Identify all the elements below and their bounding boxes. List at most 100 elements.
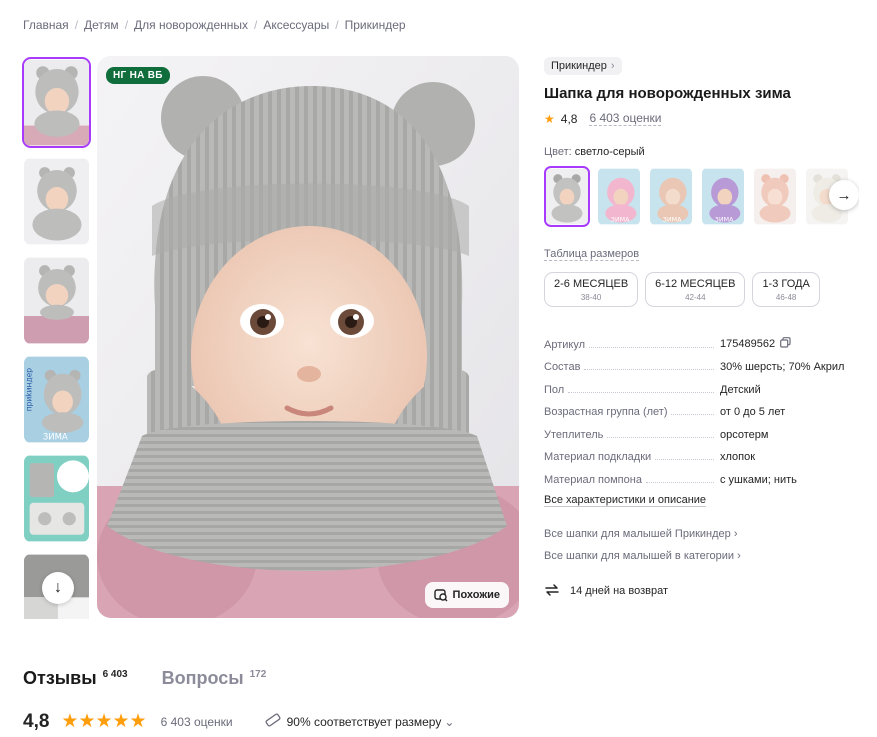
- color-swatch[interactable]: ЗИМА: [700, 166, 746, 227]
- product-title: Шапка для новорожденных зима: [544, 85, 791, 102]
- breadcrumb-separator: /: [335, 18, 339, 32]
- size-range: 38-40: [580, 293, 602, 302]
- reviews-questions-tabs: Отзывы 6 403 Вопросы 172: [23, 668, 266, 689]
- thumbnail-4[interactable]: приkиндер ЗИМА: [22, 354, 91, 445]
- spec-key: Возрастная группа (лет): [544, 406, 668, 418]
- thumbnail-3[interactable]: [22, 255, 91, 346]
- swatch-image: [754, 168, 796, 225]
- return-policy: 14 дней на возврат: [544, 583, 864, 600]
- color-label: Цвет: светло-серый: [544, 146, 864, 158]
- breadcrumb-item[interactable]: Детям: [84, 18, 119, 32]
- ruler-icon: [265, 713, 281, 730]
- tab-reviews[interactable]: Отзывы: [23, 668, 97, 689]
- thumbnail-brand-text: приkиндер: [25, 368, 34, 412]
- swatch-image: ЗИМА: [598, 168, 640, 225]
- color-swatch[interactable]: ЗИМА: [596, 166, 642, 227]
- infographic-thumbnail-image: [24, 455, 89, 542]
- swatch-label: ЗИМА: [663, 216, 682, 224]
- thumbnail-1[interactable]: [22, 57, 91, 148]
- size-fit-text[interactable]: 90% соответствует размеру: [287, 715, 442, 729]
- reviews-link[interactable]: 6 403 оценки: [589, 111, 662, 126]
- rating-score: 4,8: [23, 710, 50, 732]
- spec-value: с ушками; нить: [720, 473, 797, 486]
- thumbnail-season-text: ЗИМА: [43, 432, 68, 442]
- star-icon: ★: [544, 111, 555, 126]
- size-option[interactable]: 2-6 МЕСЯЦЕВ 38-40: [544, 272, 639, 307]
- tab-questions[interactable]: Вопросы: [162, 668, 244, 689]
- chevron-right-icon: ›: [610, 60, 615, 72]
- return-arrows-icon: [544, 583, 560, 600]
- color-swatch[interactable]: [752, 166, 798, 227]
- scroll-down-button[interactable]: ↓: [42, 572, 74, 604]
- thumbnail-6[interactable]: ↓: [22, 552, 91, 619]
- brand-chip[interactable]: Прикиндер ›: [544, 57, 622, 75]
- spec-key: Пол: [544, 383, 565, 396]
- breadcrumb: Главная / Детям / Для новорожденных / Ак…: [23, 18, 406, 32]
- spec-value: орсотерм: [720, 428, 769, 441]
- spec-row: Артикул 175489562: [544, 328, 864, 351]
- chevron-down-icon[interactable]: ⌄: [444, 715, 454, 729]
- brand-thumbnail-image: приkиндер ЗИМА: [24, 356, 89, 443]
- similar-button-label: Похожие: [452, 589, 500, 601]
- size-label: 2-6 МЕСЯЦЕВ: [554, 278, 629, 290]
- swatch-image: ЗИМА: [650, 168, 692, 225]
- size-label: 1-3 ГОДА: [762, 278, 810, 290]
- spec-row: Состав 30% шерсть; 70% Акрил: [544, 351, 864, 373]
- promo-badge: НГ НА ВБ: [106, 67, 170, 84]
- rating-row: ★ 4,8 6 403 оценки: [544, 111, 864, 126]
- thumbnail-2[interactable]: [22, 156, 91, 247]
- category-link-label: Все шапки для малышей в категории: [544, 549, 735, 562]
- chevron-right-icon: ›: [733, 527, 738, 540]
- chevron-right-icon: ›: [737, 549, 741, 562]
- swatch-label: ЗИМА: [715, 216, 734, 224]
- spec-row: Материал помпона с ушками; нить: [544, 463, 864, 486]
- return-text: 14 дней на возврат: [570, 585, 668, 597]
- star-rating-icons: ★★★★★: [61, 711, 147, 732]
- copy-icon[interactable]: [780, 336, 791, 351]
- breadcrumb-item[interactable]: Главная: [23, 18, 69, 32]
- size-option[interactable]: 1-3 ГОДА 46-48: [752, 272, 820, 307]
- all-characteristics-link[interactable]: Все характеристики и описание: [544, 494, 707, 507]
- spec-row: Возрастная группа (лет) от 0 до 5 лет: [544, 396, 864, 418]
- thumbnail-5[interactable]: [22, 453, 91, 544]
- color-swatch[interactable]: [544, 166, 590, 227]
- brand-name: Прикиндер: [551, 60, 607, 72]
- main-product-photo[interactable]: НГ НА ВБ Похожие: [97, 56, 519, 618]
- reviews-count: 6 403: [102, 669, 128, 680]
- breadcrumb-item[interactable]: Прикиндер: [345, 18, 406, 32]
- category-link[interactable]: Все шапки для малышей в категории ›: [544, 550, 864, 562]
- spec-row: Материал подкладки хлопок: [544, 441, 864, 463]
- spec-key: Утеплитель: [544, 428, 604, 441]
- spec-row: Пол Детский: [544, 373, 864, 396]
- color-swatch[interactable]: ЗИМА: [648, 166, 694, 227]
- product-info: Прикиндер › Шапка для новорожденных зима…: [544, 56, 864, 600]
- swatch-image: ЗИМА: [702, 168, 744, 225]
- thumbnail-strip: приkиндер ЗИМА ↓: [22, 57, 91, 619]
- size-table-link[interactable]: Таблица размеров: [544, 248, 640, 261]
- brand-category-link[interactable]: Все шапки для малышей Прикиндер ›: [544, 528, 864, 540]
- size-options: 2-6 МЕСЯЦЕВ 38-40 6-12 МЕСЯЦЕВ 42-44 1-3…: [544, 272, 864, 307]
- breadcrumb-item[interactable]: Аксессуары: [263, 18, 329, 32]
- size-option[interactable]: 6-12 МЕСЯЦЕВ 42-44: [645, 272, 746, 307]
- swatches-next-button[interactable]: →: [829, 180, 859, 210]
- breadcrumb-item[interactable]: Для новорожденных: [134, 18, 248, 32]
- color-swatches: ЗИМА ЗИМА ЗИМА →: [544, 166, 859, 227]
- swatch-label: ЗИМА: [611, 216, 630, 224]
- baby-hat-thumbnail-image: [24, 59, 89, 146]
- rating-value: 4,8: [560, 111, 578, 126]
- search-similar-icon: [433, 588, 448, 602]
- rating-count: 6 403 оценки: [160, 714, 233, 729]
- color-value: светло-серый: [574, 146, 645, 158]
- spec-value: хлопок: [720, 451, 756, 463]
- spec-value: Детский: [720, 383, 761, 396]
- similar-button[interactable]: Похожие: [424, 582, 509, 608]
- swatch-image: [546, 168, 588, 225]
- breadcrumb-separator: /: [254, 18, 258, 32]
- spec-value: 175489562: [720, 337, 776, 350]
- rating-summary: 4,8 ★★★★★ 6 403 оценки 90% соответствует…: [23, 710, 454, 733]
- spec-key: Состав: [544, 361, 581, 373]
- color-label-key: Цвет:: [544, 146, 572, 158]
- breadcrumb-separator: /: [124, 18, 129, 32]
- spec-key: Артикул: [544, 338, 586, 351]
- spec-value: от 0 до 5 лет: [720, 406, 786, 418]
